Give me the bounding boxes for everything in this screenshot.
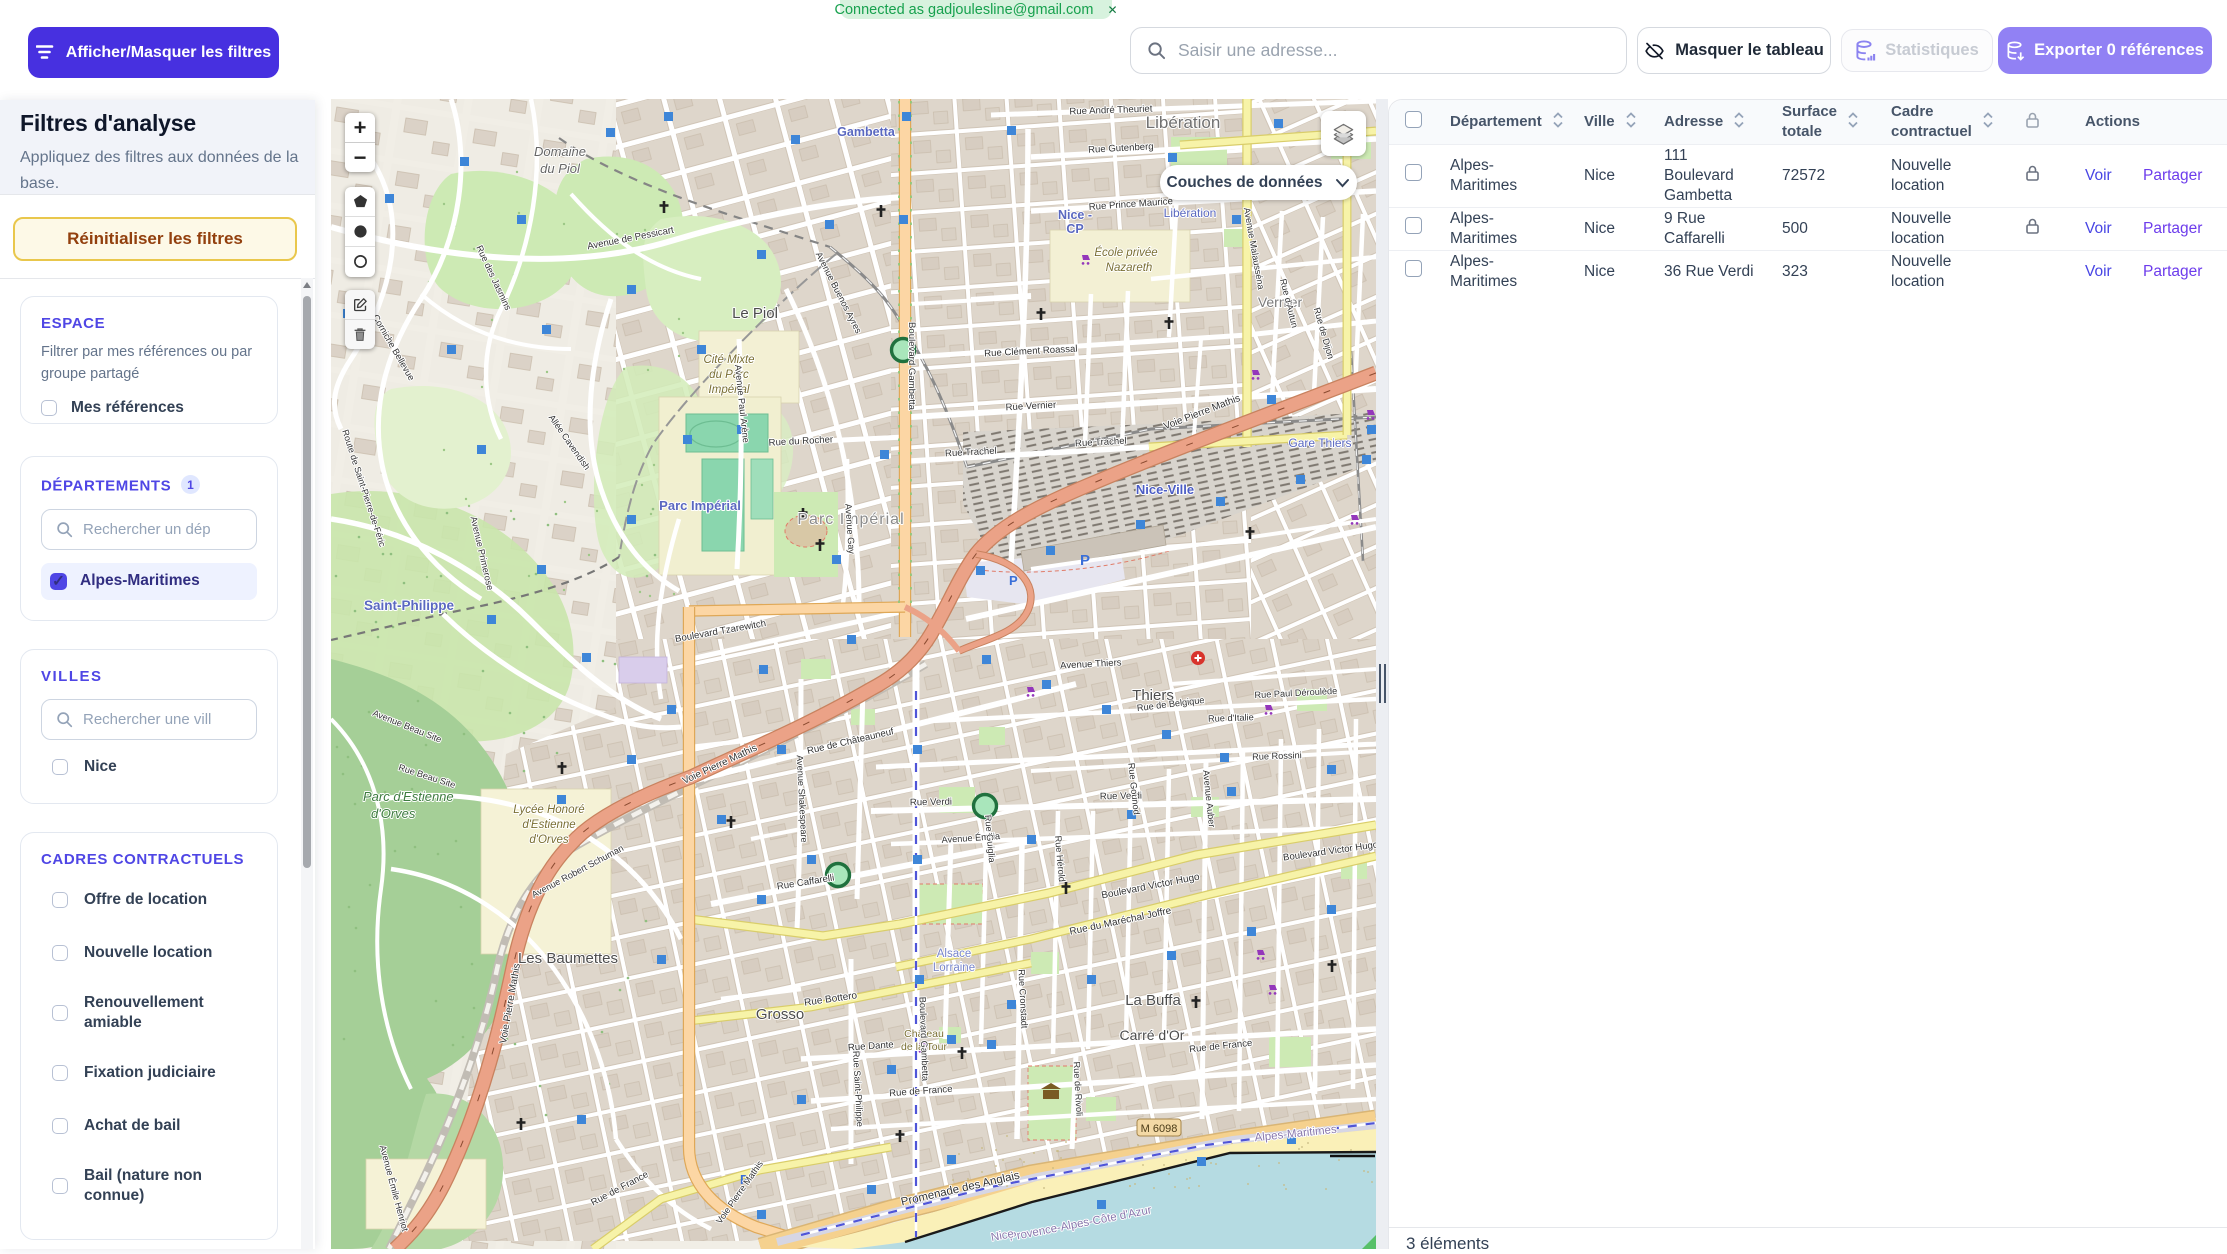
svg-text:Parc Impérial: Parc Impérial	[659, 498, 741, 513]
svg-text:P: P	[1080, 552, 1090, 569]
svg-text:d'Orves: d'Orves	[529, 834, 569, 846]
svg-text:M 6098: M 6098	[1141, 1123, 1178, 1135]
svg-text:CP: CP	[1066, 222, 1083, 236]
svg-text:Lorraine: Lorraine	[933, 962, 975, 974]
svg-text:Gambetta: Gambetta	[837, 125, 896, 139]
svg-text:P: P	[1009, 573, 1018, 588]
svg-text:Domaine: Domaine	[534, 144, 586, 159]
svg-text:Nazareth: Nazareth	[1106, 262, 1153, 274]
svg-text:Parc d'Estienne: Parc d'Estienne	[363, 789, 454, 804]
svg-text:Rue d'Italie: Rue d'Italie	[1208, 712, 1254, 724]
svg-text:Boulevard Gambetta: Boulevard Gambetta	[906, 322, 917, 411]
svg-text:d'Estienne: d'Estienne	[522, 819, 575, 831]
svg-text:Saint-Philippe: Saint-Philippe	[364, 598, 454, 613]
svg-text:Le Piol: Le Piol	[732, 305, 778, 322]
svg-text:Libération: Libération	[1146, 113, 1221, 132]
svg-text:Cité Mixte: Cité Mixte	[703, 354, 754, 366]
svg-text:du Piol: du Piol	[540, 161, 581, 176]
svg-text:Rue Rossini: Rue Rossini	[1252, 750, 1302, 762]
svg-text:Rue Verdi: Rue Verdi	[910, 797, 952, 809]
svg-text:Libération: Libération	[1164, 206, 1217, 220]
svg-text:Nice -: Nice -	[1058, 208, 1092, 222]
svg-text:Gare Thiers: Gare Thiers	[1288, 436, 1351, 450]
svg-text:d'Orves: d'Orves	[371, 806, 416, 821]
svg-text:Lycée Honoré: Lycée Honoré	[513, 804, 584, 816]
svg-text:École privée: École privée	[1094, 246, 1157, 259]
svg-text:Grosso: Grosso	[756, 1006, 804, 1023]
svg-text:Alsace: Alsace	[937, 948, 972, 960]
svg-text:Les Baumettes: Les Baumettes	[518, 950, 618, 967]
svg-text:Carré d'Or: Carré d'Or	[1120, 1027, 1185, 1043]
svg-text:Nice-Ville: Nice-Ville	[1136, 482, 1194, 497]
svg-text:La Buffa: La Buffa	[1125, 992, 1181, 1009]
